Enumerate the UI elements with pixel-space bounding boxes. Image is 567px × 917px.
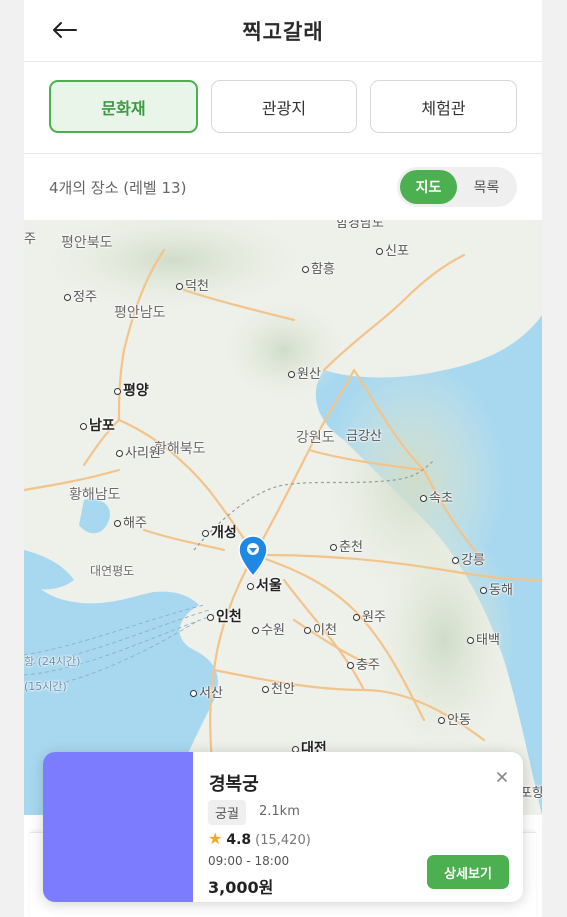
map-label: 신포 — [385, 244, 409, 259]
city-dot-icon — [114, 387, 121, 395]
result-bar: 4개의 장소 (레벨 13) 지도 목록 — [24, 154, 542, 220]
city-dot-icon — [80, 422, 87, 430]
map-label: 주 — [24, 232, 36, 247]
map-label: 수원 — [261, 623, 285, 638]
map-label: 태백 — [476, 633, 500, 648]
city-dot-icon — [202, 529, 209, 537]
place-name: 경복궁 — [209, 774, 259, 795]
location-pin-icon — [238, 535, 268, 577]
map-label: 항 (24시간) — [24, 655, 81, 668]
city-dot-icon — [176, 283, 183, 290]
map-label: 안동 — [447, 713, 471, 728]
city-dot-icon — [116, 450, 123, 457]
page-title: 찍고갈래 — [242, 19, 324, 44]
category-tab-tourist[interactable]: 관광지 — [211, 80, 357, 133]
category-tab-experience[interactable]: 체험관 — [370, 80, 517, 133]
map-label: 함흥 — [311, 262, 335, 277]
back-button[interactable] — [46, 12, 82, 48]
star-icon: ★ — [208, 829, 223, 848]
map-label: 포항 — [520, 786, 542, 801]
place-card[interactable]: 경복궁 궁궐 2.1km ★ 4.8 (15,420) 09:00 - 18:00 … — [43, 752, 523, 902]
place-rating: ★ 4.8 (15,420) — [208, 829, 311, 848]
city-dot-icon — [347, 662, 354, 669]
list-view-button[interactable]: 목록 — [459, 170, 514, 204]
review-count: (15,420) — [255, 833, 311, 848]
map-label: 서산 — [199, 686, 223, 701]
map-label: 서울 — [256, 578, 282, 594]
map-label: (15시간) — [24, 680, 67, 693]
city-dot-icon — [207, 613, 214, 621]
city-dot-icon — [252, 627, 259, 634]
map-label: 개성 — [211, 525, 237, 541]
map-label: 덕천 — [185, 279, 209, 294]
map-label: 속초 — [429, 491, 453, 506]
city-dot-icon — [480, 587, 487, 594]
place-count: 4개의 장소 (레벨 13) — [49, 179, 187, 197]
map-view[interactable]: 주 함경남도 평안북도 신포 함흥 덕천 정주 평안남도 원산 평양 남포 강원… — [24, 220, 542, 815]
city-dot-icon — [262, 686, 269, 693]
category-tab-heritage[interactable]: 문화재 — [49, 80, 198, 133]
map-label: 평양 — [123, 383, 149, 399]
map-label: 강릉 — [461, 553, 485, 568]
category-tabs: 문화재 관광지 체험관 — [24, 62, 542, 154]
arrow-left-icon — [53, 22, 77, 38]
city-dot-icon — [64, 294, 71, 301]
place-distance: 2.1km — [259, 804, 300, 819]
map-label: 평안북도 — [61, 235, 113, 251]
map-label: 대연평도 — [90, 564, 135, 578]
city-dot-icon — [467, 637, 474, 644]
place-hours: 09:00 - 18:00 — [208, 854, 290, 868]
map-label: 원산 — [297, 367, 321, 382]
city-dot-icon — [114, 520, 121, 527]
app-screen: 찍고갈래 문화재 관광지 체험관 4개의 장소 (레벨 13) 지도 목록 주 … — [24, 0, 542, 917]
city-dot-icon — [190, 690, 197, 697]
city-dot-icon — [420, 495, 427, 502]
city-dot-icon — [247, 582, 254, 590]
map-label: 원주 — [362, 610, 386, 625]
detail-button[interactable]: 상세보기 — [427, 855, 509, 889]
map-label: 황해북도 — [154, 441, 206, 457]
close-icon — [497, 772, 507, 782]
city-dot-icon — [288, 371, 295, 378]
city-dot-icon — [330, 544, 337, 551]
map-marker-pin[interactable] — [238, 535, 268, 577]
map-label: 황해남도 — [69, 487, 121, 503]
place-price: 3,000원 — [208, 878, 274, 897]
view-toggle: 지도 목록 — [397, 167, 517, 207]
map-label: 해주 — [123, 516, 147, 531]
city-dot-icon — [302, 266, 309, 273]
map-label: 인천 — [216, 609, 242, 625]
map-view-button[interactable]: 지도 — [400, 170, 457, 204]
map-label: 함경남도 — [336, 220, 384, 231]
close-button[interactable] — [491, 766, 513, 788]
city-dot-icon — [304, 627, 311, 634]
map-label: 강원도 — [296, 430, 335, 446]
place-category-badge: 궁궐 — [208, 800, 246, 825]
map-label: 평안남도 — [114, 305, 166, 321]
map-label: 금강산 — [346, 429, 382, 444]
map-label: 남포 — [89, 418, 115, 434]
map-label: 충주 — [356, 658, 380, 673]
rating-value: 4.8 — [226, 832, 252, 848]
map-label: 동해 — [489, 583, 513, 598]
map-label: 이천 — [313, 623, 337, 638]
map-label: 사리원 — [125, 446, 161, 461]
map-label: 천안 — [271, 682, 295, 697]
map-label: 정주 — [73, 290, 97, 305]
header: 찍고갈래 — [24, 0, 542, 62]
place-thumbnail — [43, 752, 193, 902]
city-dot-icon — [376, 248, 383, 255]
map-label: 춘천 — [339, 540, 363, 555]
city-dot-icon — [438, 717, 445, 724]
city-dot-icon — [353, 614, 360, 621]
city-dot-icon — [452, 557, 459, 564]
